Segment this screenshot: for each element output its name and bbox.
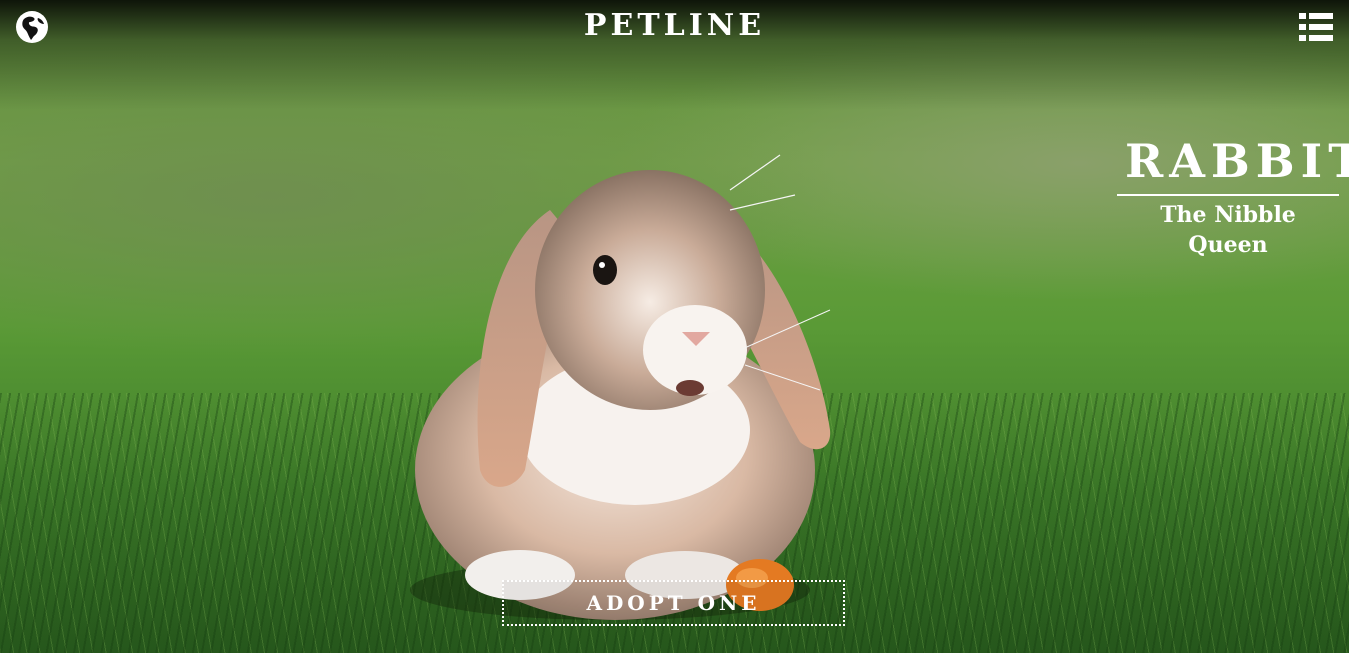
brand-logo[interactable]: PETLINE — [0, 8, 1349, 43]
pet-name-heading: RABBIT — [1125, 134, 1349, 188]
list-menu-icon — [1299, 13, 1333, 41]
menu-button[interactable] — [1299, 12, 1333, 42]
pet-subtitle: The Nibble Queen — [1160, 202, 1296, 258]
hero-section: PETLINE RABBIT The Nibble Queen ADOPT ON… — [0, 0, 1349, 653]
adopt-one-button[interactable]: ADOPT ONE — [502, 580, 845, 626]
rabbit-photo — [410, 154, 831, 620]
pet-title-block: RABBIT The Nibble Queen — [1117, 130, 1349, 260]
title-divider — [1117, 194, 1339, 196]
